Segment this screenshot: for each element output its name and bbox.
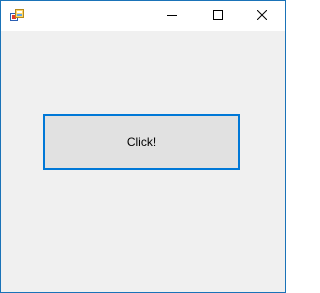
click-button[interactable]: Click! (43, 114, 240, 170)
maximize-icon (213, 7, 223, 25)
app-window: Click! (0, 0, 286, 293)
close-button[interactable] (239, 1, 285, 31)
click-button-label: Click! (126, 135, 157, 149)
app-icon (10, 9, 24, 23)
minimize-button[interactable] (149, 1, 195, 31)
title-bar[interactable] (1, 1, 285, 31)
close-icon (256, 7, 268, 25)
minimize-icon (167, 7, 177, 25)
client-area: Click! (1, 31, 285, 292)
maximize-button[interactable] (195, 1, 241, 31)
